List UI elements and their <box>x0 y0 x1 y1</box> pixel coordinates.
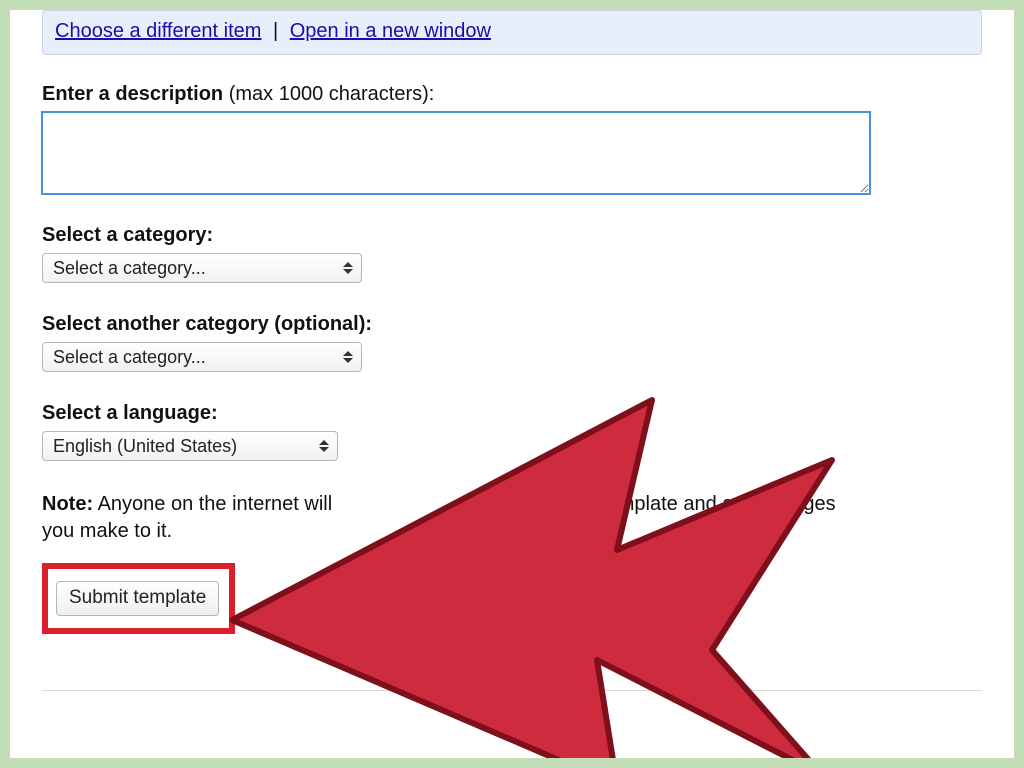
category-label: Select a category: <box>42 224 982 247</box>
language-field: Select a language: English (United State… <box>42 402 982 461</box>
chevron-up-down-icon <box>343 262 353 274</box>
description-input[interactable] <box>42 112 870 194</box>
category-select[interactable]: Select a category... <box>42 253 362 283</box>
language-select[interactable]: English (United States) <box>42 431 338 461</box>
divider <box>42 690 982 691</box>
visibility-note: Note: Anyone on the internet will xxxxxx… <box>42 491 872 545</box>
language-selected-value: English (United States) <box>53 436 309 457</box>
chevron-up-down-icon <box>343 351 353 363</box>
language-label: Select a language: <box>42 402 982 425</box>
submit-template-button[interactable]: Submit template <box>56 581 219 616</box>
separator: | <box>267 20 284 42</box>
note-bold: Note: <box>42 493 93 515</box>
category-selected-value: Select a category... <box>53 258 333 279</box>
category2-label: Select another category (optional): <box>42 313 982 336</box>
description-label: Enter a description <box>42 83 223 105</box>
category-field: Select a category: Select a category... <box>42 224 982 283</box>
info-banner: Choose a different item | Open in a new … <box>42 10 982 55</box>
choose-different-item-link[interactable]: Choose a different item <box>55 20 261 42</box>
chevron-up-down-icon <box>319 440 329 452</box>
category2-select[interactable]: Select a category... <box>42 342 362 372</box>
submit-highlight-box: Submit template <box>42 563 235 634</box>
note-text-before: Anyone on the internet will <box>93 493 332 515</box>
category2-selected-value: Select a category... <box>53 347 333 368</box>
category2-field: Select another category (optional): Sele… <box>42 313 982 372</box>
description-hint: (max 1000 characters): <box>223 83 434 105</box>
description-field: Enter a description (max 1000 characters… <box>42 83 982 194</box>
open-new-window-link[interactable]: Open in a new window <box>290 20 491 42</box>
